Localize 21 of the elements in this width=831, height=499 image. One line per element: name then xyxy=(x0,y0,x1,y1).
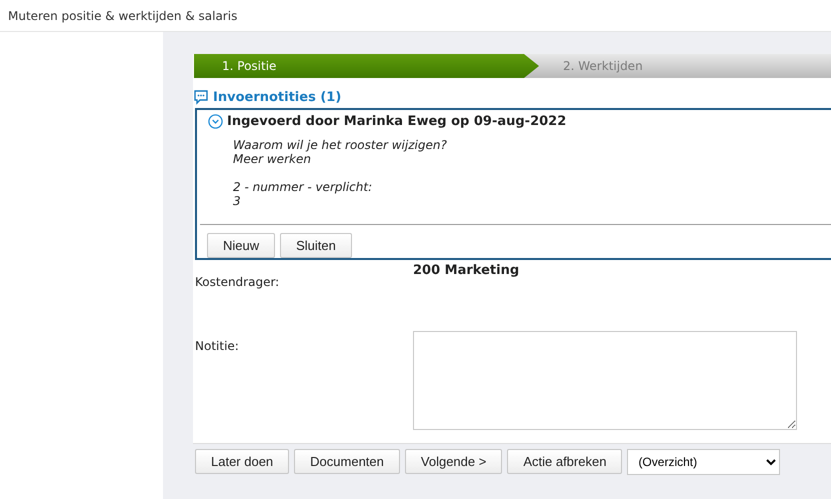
action-button[interactable]: Volgende > xyxy=(404,449,502,474)
action-button[interactable]: Documenten xyxy=(294,449,400,474)
collapse-icon[interactable] xyxy=(208,114,223,129)
action-button[interactable]: Actie afbreken xyxy=(507,449,622,474)
note-field[interactable] xyxy=(413,331,797,430)
wizard-step[interactable]: 1. Positie xyxy=(194,54,539,78)
note-text: 2 - nummer - verplicht: xyxy=(233,180,374,194)
note-text: Meer werken xyxy=(233,152,312,166)
note-header: Ingevoerd door Marinka Eweg op 09-aug-2022 xyxy=(227,114,566,129)
note-button[interactable]: Nieuw xyxy=(207,233,276,258)
note-text: Waarom wil je het rooster wijzigen? xyxy=(233,138,448,152)
comment-icon xyxy=(193,89,209,105)
page-title: Muteren positie & werktijden & salaris xyxy=(8,8,238,22)
notes-title[interactable]: Invoernotities (1) xyxy=(213,90,342,104)
action-button[interactable]: Later doen xyxy=(195,449,290,474)
note-text: 3 xyxy=(233,194,242,208)
field-label: Kostendrager: xyxy=(194,275,280,289)
note-button[interactable]: Sluiten xyxy=(280,233,352,258)
field-value: 200 Marketing xyxy=(413,263,520,278)
view-select[interactable]: (Overzicht) xyxy=(627,449,780,475)
field-label: Notitie: xyxy=(194,339,240,353)
